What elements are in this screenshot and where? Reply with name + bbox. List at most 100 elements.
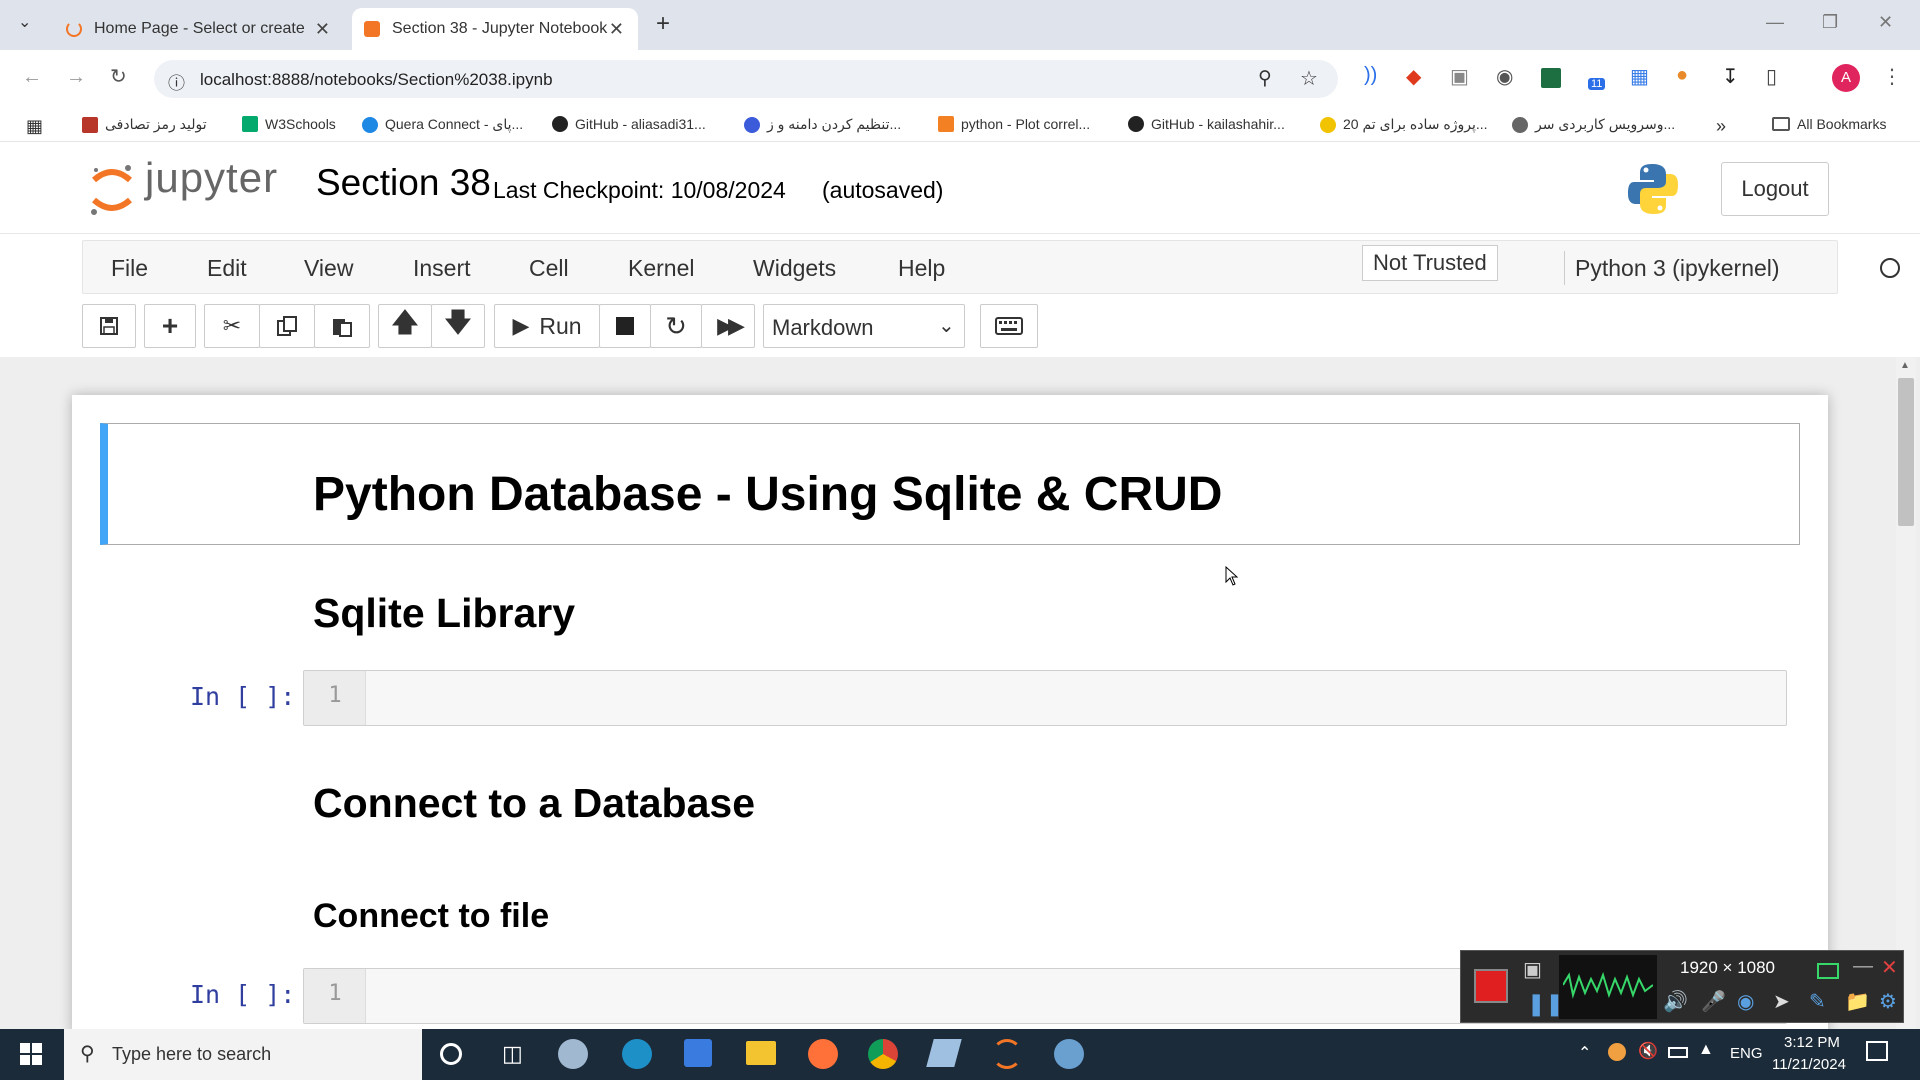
minimize-recorder-icon[interactable]: — [1853,955,1873,978]
menu-edit[interactable]: Edit [207,255,247,282]
settings-gear-icon[interactable]: ⚙ [1879,989,1897,1014]
bookmark-item[interactable]: وسرویس کاربردی سر... [1512,116,1675,133]
camera-icon[interactable]: ▣ [1450,64,1469,89]
taskbar-search[interactable]: ⚲ Type here to search [64,1029,422,1080]
restart-run-all-button[interactable]: ▶▶ [701,304,755,348]
menu-view[interactable]: View [304,255,353,282]
paste-cell-button[interactable] [314,304,370,348]
close-window-icon[interactable]: ✕ [1878,12,1893,33]
excel-extension-icon[interactable] [1541,68,1561,88]
bookmark-item[interactable]: python - Plot correl... [938,116,1090,132]
speaker-icon[interactable]: 🔊 [1663,989,1688,1014]
windows-start-icon[interactable] [20,1043,42,1065]
more-bookmarks-icon[interactable]: » [1716,116,1726,137]
menu-file[interactable]: File [111,255,148,282]
close-recorder-icon[interactable]: ✕ [1881,955,1898,980]
jupyter-logo-text[interactable]: jupyter [145,154,278,202]
tray-chevron-icon[interactable]: ⌃ [1578,1043,1591,1063]
apps-grid-icon[interactable]: ▦ [26,116,43,137]
address-bar[interactable]: ⓘ localhost:8888/notebooks/Section%2038.… [154,60,1338,98]
menu-widgets[interactable]: Widgets [753,255,836,282]
cut-cell-button[interactable]: ✂ [204,304,260,348]
reload-icon[interactable]: ↻ [110,64,127,89]
menu-insert[interactable]: Insert [413,255,471,282]
tab-section-38[interactable]: Section 38 - Jupyter Notebook ✕ [352,8,638,50]
green-window-icon[interactable] [1817,963,1839,979]
app-icon[interactable] [1054,1039,1084,1069]
battery-icon[interactable] [1668,1047,1688,1058]
jupyter-taskbar-icon[interactable] [992,1039,1022,1069]
paint-app-icon[interactable] [558,1039,588,1069]
zoom-icon[interactable]: ⚲ [1258,67,1272,90]
extension-icon[interactable]: )) [1364,64,1377,87]
close-tab-icon[interactable]: ✕ [609,19,624,40]
notification-icon[interactable] [1866,1041,1888,1061]
scroll-up-icon[interactable]: ▲ [1900,360,1910,371]
all-bookmarks[interactable]: All Bookmarks [1772,116,1886,132]
profile-avatar[interactable]: A [1832,64,1860,92]
jupyter-logo-icon[interactable] [88,162,136,218]
clock-time[interactable]: 3:12 PM [1784,1034,1840,1051]
bookmark-star-icon[interactable]: ☆ [1300,66,1318,91]
bookmark-item[interactable]: تولید رمز تصادفی [82,116,207,133]
store-icon[interactable] [684,1039,712,1067]
scrollbar-thumb[interactable] [1898,378,1914,526]
task-view-icon[interactable]: ◫ [502,1041,523,1067]
run-button[interactable]: ▶ Run [494,304,600,348]
restore-icon[interactable]: ❐ [1822,12,1838,33]
puzzle-icon[interactable]: ▯ [1766,64,1777,89]
new-tab-icon[interactable]: + [656,10,670,38]
edge-icon[interactable] [622,1039,652,1069]
app-icon[interactable] [926,1039,962,1067]
menu-help[interactable]: Help [898,255,945,282]
download-icon[interactable]: ↧ [1722,64,1739,89]
notebook-title[interactable]: Section 38 [316,162,491,204]
menu-kebab-icon[interactable]: ⋮ [1882,64,1902,89]
extension-badge[interactable]: 11 [1588,78,1606,90]
volume-muted-icon[interactable]: 🔇 [1638,1041,1658,1061]
move-cell-down-button[interactable]: 🡇 [431,304,485,348]
minimize-icon[interactable]: — [1766,12,1784,33]
move-cell-up-button[interactable]: 🡅 [378,304,432,348]
menu-kernel[interactable]: Kernel [628,255,694,282]
firefox-icon[interactable] [808,1039,838,1069]
cell-type-select[interactable]: Markdown ⌄ [763,304,965,348]
folder-icon[interactable]: 📁 [1845,989,1870,1014]
record-icon[interactable]: ◉ [1496,64,1513,89]
tray-app-icon[interactable] [1608,1043,1626,1061]
bookmark-item[interactable]: W3Schools [242,116,336,132]
tab-list-dropdown[interactable]: ⌄ [18,12,40,34]
bookmark-item[interactable]: تنظیم کردن دامنه و ز... [744,116,901,133]
back-icon[interactable]: ← [22,66,42,89]
insert-cell-button[interactable]: + [144,304,196,348]
microphone-icon[interactable]: 🎤 [1701,989,1726,1014]
menu-cell[interactable]: Cell [529,255,569,282]
kernel-name[interactable]: Python 3 (ipykernel) [1575,255,1780,282]
forward-icon[interactable]: → [66,66,86,89]
copy-cell-button[interactable] [259,304,315,348]
bookmark-item[interactable]: GitHub - kailashahir... [1128,116,1285,132]
restart-kernel-button[interactable]: ↻ [650,304,702,348]
save-button[interactable] [82,304,136,348]
cookie-icon[interactable]: ● [1676,64,1688,87]
bookmark-item[interactable]: GitHub - aliasadi31... [552,116,706,132]
pen-icon[interactable]: ✎ [1809,989,1826,1014]
chrome-icon[interactable] [868,1039,898,1069]
bookmark-item[interactable]: 20 پروژه ساده برای تم... [1320,116,1488,133]
command-palette-button[interactable] [980,304,1038,348]
record-stop-button[interactable] [1474,969,1508,1003]
translate-icon[interactable]: ▦ [1630,64,1649,89]
language-indicator[interactable]: ENG [1730,1045,1763,1062]
trust-indicator[interactable]: Not Trusted [1362,245,1498,281]
site-info-icon[interactable]: ⓘ [168,69,185,94]
screenshot-camera-icon[interactable]: ▣ [1523,957,1542,982]
clock-date[interactable]: 11/21/2024 [1772,1056,1846,1073]
webcam-icon[interactable]: ◉ [1737,989,1754,1014]
cortana-icon[interactable] [440,1043,462,1065]
interrupt-kernel-button[interactable] [599,304,651,348]
extension-icon[interactable]: ◆ [1406,64,1421,89]
cursor-toggle-icon[interactable]: ➤ [1773,989,1790,1014]
code-cell-input[interactable]: 1 [303,670,1787,726]
tab-home-page[interactable]: Home Page - Select or create a ✕ [54,8,344,50]
logout-button[interactable]: Logout [1721,162,1829,216]
